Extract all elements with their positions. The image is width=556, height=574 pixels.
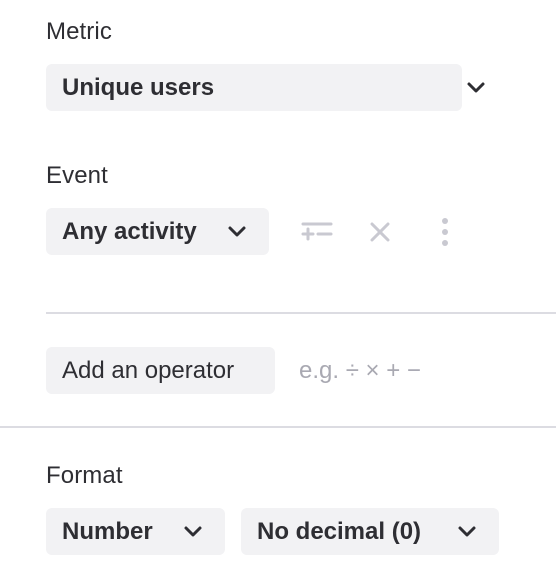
format-decimal-dropdown[interactable]: No decimal (0) [241,508,499,555]
more-vertical-icon[interactable] [438,216,452,248]
event-dropdown[interactable]: Any activity [46,208,269,255]
chevron-down-icon [184,526,202,536]
event-dropdown-value: Any activity [62,217,197,245]
close-icon[interactable] [369,221,391,243]
event-label: Event [46,162,108,189]
metric-dropdown-value: Unique users [62,73,215,101]
add-operator-button[interactable]: Add an operator [46,347,275,394]
metric-dropdown[interactable]: Unique users [46,64,485,111]
format-type-value: Number [62,517,153,545]
filter-add-icon[interactable] [301,220,333,244]
divider [0,426,556,428]
metric-label: Metric [46,18,112,45]
chevron-down-icon [467,82,485,92]
add-operator-label: Add an operator [62,356,235,384]
chevron-down-icon [228,226,246,236]
format-label: Format [46,462,123,489]
format-type-dropdown[interactable]: Number [46,508,225,555]
chevron-down-icon [458,526,476,536]
operator-hint: e.g. ÷ × + − [299,357,421,384]
divider [46,312,556,314]
format-decimal-value: No decimal (0) [257,517,422,545]
